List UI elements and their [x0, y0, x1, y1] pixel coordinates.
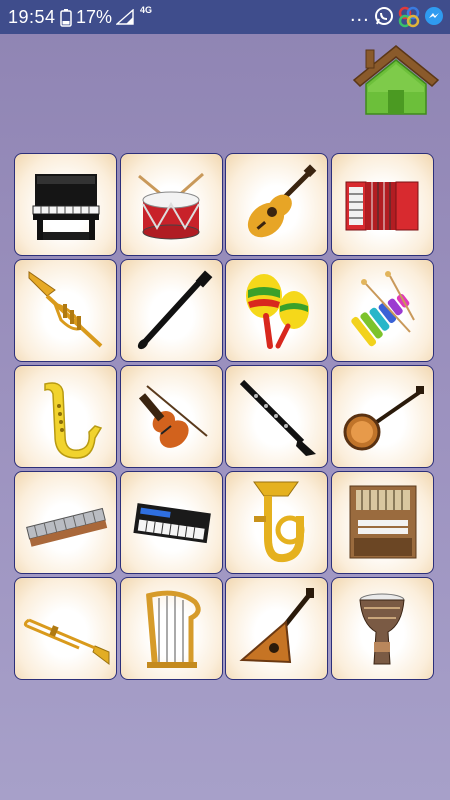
network-type: 4G [140, 5, 153, 15]
guitar-icon [247, 164, 317, 238]
accordion-icon [345, 181, 418, 231]
instrument-tile-harp[interactable] [119, 577, 223, 680]
darbuka-icon [358, 593, 405, 665]
instrument-tile-tuba[interactable] [225, 471, 328, 574]
keyboard-icon [132, 503, 211, 544]
instrument-tile-piano[interactable] [14, 153, 117, 256]
app-icon [398, 6, 420, 33]
clarinet-icon [239, 379, 316, 456]
harp-icon [145, 590, 201, 668]
maracas-icon [246, 274, 309, 349]
instrument-tile-drum[interactable] [119, 153, 223, 256]
instrument-tile-banjo[interactable] [330, 365, 434, 468]
trumpet-icon [28, 271, 103, 348]
instrument-tile-accordion[interactable] [330, 153, 434, 256]
signal-icon [115, 8, 134, 30]
instrument-grid [14, 153, 436, 680]
violin-icon [138, 385, 208, 448]
tuba-icon [253, 481, 305, 563]
instrument-tile-organ[interactable] [330, 471, 434, 574]
organ-icon [349, 485, 416, 559]
overflow-dots: ... [350, 4, 370, 26]
piano-icon [32, 174, 100, 240]
xylophone-icon [350, 271, 415, 347]
instrument-tile-keyboard[interactable] [119, 471, 223, 574]
instrument-tile-harmonica[interactable] [14, 471, 117, 574]
instrument-tile-guitar[interactable] [225, 153, 328, 256]
instrument-tile-violin[interactable] [119, 365, 223, 468]
instrument-tile-trumpet[interactable] [14, 259, 117, 362]
battery-percent: 17% [76, 7, 113, 27]
instrument-tile-maracas[interactable] [225, 259, 328, 362]
status-time: 19:54 [8, 7, 56, 27]
drum-icon [137, 172, 204, 240]
instrument-tile-saxophone[interactable] [14, 365, 117, 468]
balalaika-icon [239, 588, 314, 664]
instrument-tile-recorder[interactable] [119, 259, 223, 362]
messenger-icon [424, 6, 444, 31]
instrument-tile-xylophone[interactable] [330, 259, 434, 362]
home-icon [352, 45, 440, 115]
harmonica-icon [26, 507, 108, 547]
battery-icon [60, 9, 72, 32]
banjo-icon [343, 386, 424, 451]
status-bar: 19:54 17% 4G ... [0, 0, 450, 34]
trombone-icon [23, 618, 110, 665]
whatsapp-icon [374, 6, 394, 31]
home-button[interactable] [352, 42, 440, 118]
instrument-tile-clarinet[interactable] [225, 365, 328, 468]
recorder-icon [137, 270, 212, 350]
saxophone-icon [44, 382, 103, 459]
instrument-tile-trombone[interactable] [14, 577, 117, 680]
instrument-tile-darbuka[interactable] [330, 577, 434, 680]
instrument-tile-balalaika[interactable] [225, 577, 328, 680]
